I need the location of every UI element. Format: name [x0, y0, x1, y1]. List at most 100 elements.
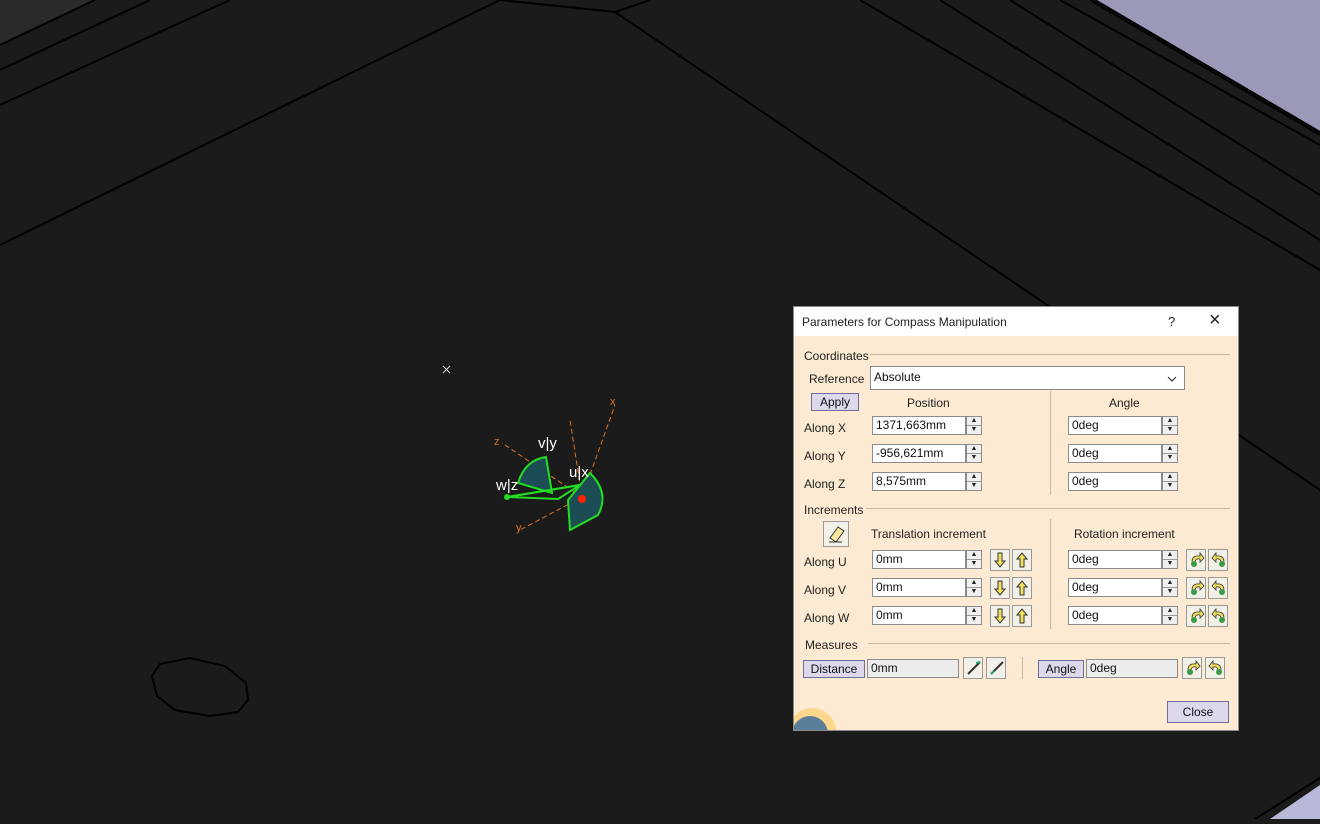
axis-label-z: z: [494, 436, 500, 448]
rotate-w-plus-button[interactable]: [1208, 605, 1228, 627]
rotate-left-icon: [1187, 660, 1201, 675]
arrow-up-icon: [1015, 552, 1029, 568]
rotate-u-minus-button[interactable]: [1186, 549, 1206, 571]
compass-label-u: u|x: [569, 464, 589, 481]
rotation-increment-header: Rotation increment: [1074, 527, 1175, 541]
compass-label-w: w|z: [496, 477, 519, 494]
along-v-label: Along V: [804, 583, 847, 597]
angle-y-spin[interactable]: ▲ ▼: [1162, 444, 1178, 463]
distance-value-field: 0mm: [867, 659, 959, 678]
rotate-left-icon: [1191, 552, 1205, 567]
rotate-v-minus-button[interactable]: [1186, 577, 1206, 599]
rotate-right-icon: [1211, 608, 1225, 623]
angle-y-input[interactable]: 0deg: [1068, 444, 1162, 463]
rotate-v-plus-button[interactable]: [1208, 577, 1228, 599]
help-button[interactable]: ?: [1168, 314, 1175, 329]
group-divider: [870, 354, 1230, 355]
rotate-w-minus-button[interactable]: [1186, 605, 1206, 627]
group-divider: [866, 508, 1230, 509]
rotate-u-plus-button[interactable]: [1208, 549, 1228, 571]
position-z-spin[interactable]: ▲ ▼: [966, 472, 982, 491]
increments-group-label: Increments: [804, 503, 864, 517]
coordinates-group-label: Coordinates: [804, 349, 869, 363]
column-divider: [1050, 519, 1051, 629]
rotation-u-spin[interactable]: ▲ ▼: [1162, 550, 1178, 569]
rotation-v-spin[interactable]: ▲ ▼: [1162, 578, 1178, 597]
translation-v-spin[interactable]: ▲ ▼: [966, 578, 982, 597]
translation-u-spin[interactable]: ▲ ▼: [966, 550, 982, 569]
arrow-down-icon: [993, 552, 1007, 568]
along-u-label: Along U: [804, 555, 847, 569]
arrow-up-icon: [1015, 608, 1029, 624]
angle-measure-start-button[interactable]: [1182, 657, 1202, 679]
rotate-left-icon: [1191, 580, 1205, 595]
rotation-w-spin[interactable]: ▲ ▼: [1162, 606, 1178, 625]
translate-w-minus-button[interactable]: [990, 605, 1010, 627]
eraser-icon: [829, 526, 845, 543]
position-z-input[interactable]: 8,575mm: [872, 472, 966, 491]
measures-divider: [1022, 657, 1023, 679]
group-divider: [868, 643, 1230, 644]
compass-widget[interactable]: [490, 395, 630, 545]
arrow-down-icon: [993, 580, 1007, 596]
position-x-input[interactable]: 1371,663mm: [872, 416, 966, 435]
axis-label-y: y: [516, 522, 522, 534]
angle-measure-end-button[interactable]: [1205, 657, 1225, 679]
along-y-label: Along Y: [804, 449, 846, 463]
translation-increment-header: Translation increment: [871, 527, 986, 541]
rotate-right-icon: [1208, 660, 1222, 675]
dialog-titlebar[interactable]: Parameters for Compass Manipulation ? ×: [794, 307, 1238, 336]
angle-header: Angle: [1109, 396, 1140, 410]
rotate-right-icon: [1211, 580, 1225, 595]
position-y-spin[interactable]: ▲ ▼: [966, 444, 982, 463]
translate-v-plus-button[interactable]: [1012, 577, 1032, 599]
translation-w-spin[interactable]: ▲ ▼: [966, 606, 982, 625]
along-x-label: Along X: [804, 421, 847, 435]
angle-button[interactable]: Angle: [1038, 660, 1084, 678]
translate-w-plus-button[interactable]: [1012, 605, 1032, 627]
compass-label-v: v|y: [538, 435, 557, 452]
distance-measure-start-button[interactable]: [963, 657, 983, 679]
reference-select[interactable]: Absolute: [870, 366, 1185, 390]
position-x-spin[interactable]: ▲ ▼: [966, 416, 982, 435]
angle-x-input[interactable]: 0deg: [1068, 416, 1162, 435]
column-divider: [1050, 391, 1051, 495]
reference-value: Absolute: [874, 370, 921, 384]
apply-button[interactable]: Apply: [811, 393, 859, 411]
along-w-label: Along W: [804, 611, 850, 625]
measures-group-label: Measures: [805, 638, 858, 652]
arrow-down-icon: [993, 608, 1007, 624]
rotation-w-input[interactable]: 0deg: [1068, 606, 1162, 625]
rotate-left-icon: [1191, 608, 1205, 623]
rotation-v-input[interactable]: 0deg: [1068, 578, 1162, 597]
translate-v-minus-button[interactable]: [990, 577, 1010, 599]
along-z-label: Along Z: [804, 477, 846, 491]
translation-u-input[interactable]: 0mm: [872, 550, 966, 569]
dialog-title: Parameters for Compass Manipulation: [802, 315, 1007, 329]
angle-x-spin[interactable]: ▲ ▼: [1162, 416, 1178, 435]
translation-w-input[interactable]: 0mm: [872, 606, 966, 625]
rotate-right-icon: [1211, 552, 1225, 567]
position-y-input[interactable]: -956,621mm: [872, 444, 966, 463]
catia-logo-icon: [794, 708, 836, 730]
reset-increments-button[interactable]: [823, 521, 849, 547]
angle-z-input[interactable]: 0deg: [1068, 472, 1162, 491]
angle-value-field: 0deg: [1086, 659, 1178, 678]
translate-u-plus-button[interactable]: [1012, 549, 1032, 571]
distance-measure-end-button[interactable]: [986, 657, 1006, 679]
close-icon[interactable]: ×: [1209, 309, 1221, 332]
distance-button[interactable]: Distance: [803, 660, 865, 678]
translation-v-input[interactable]: 0mm: [872, 578, 966, 597]
chevron-down-icon: [1167, 376, 1177, 382]
rotation-u-input[interactable]: 0deg: [1068, 550, 1162, 569]
translate-u-minus-button[interactable]: [990, 549, 1010, 571]
compass-parameters-dialog: Parameters for Compass Manipulation ? × …: [793, 306, 1239, 731]
close-button[interactable]: Close: [1167, 701, 1229, 723]
measure-pen-icon: [990, 661, 1004, 675]
reference-label: Reference: [809, 372, 865, 386]
axis-label-x: x: [610, 396, 616, 408]
angle-z-spin[interactable]: ▲ ▼: [1162, 472, 1178, 491]
arrow-up-icon: [1015, 580, 1029, 596]
measure-pen-icon: [967, 661, 981, 675]
position-header: Position: [907, 396, 950, 410]
